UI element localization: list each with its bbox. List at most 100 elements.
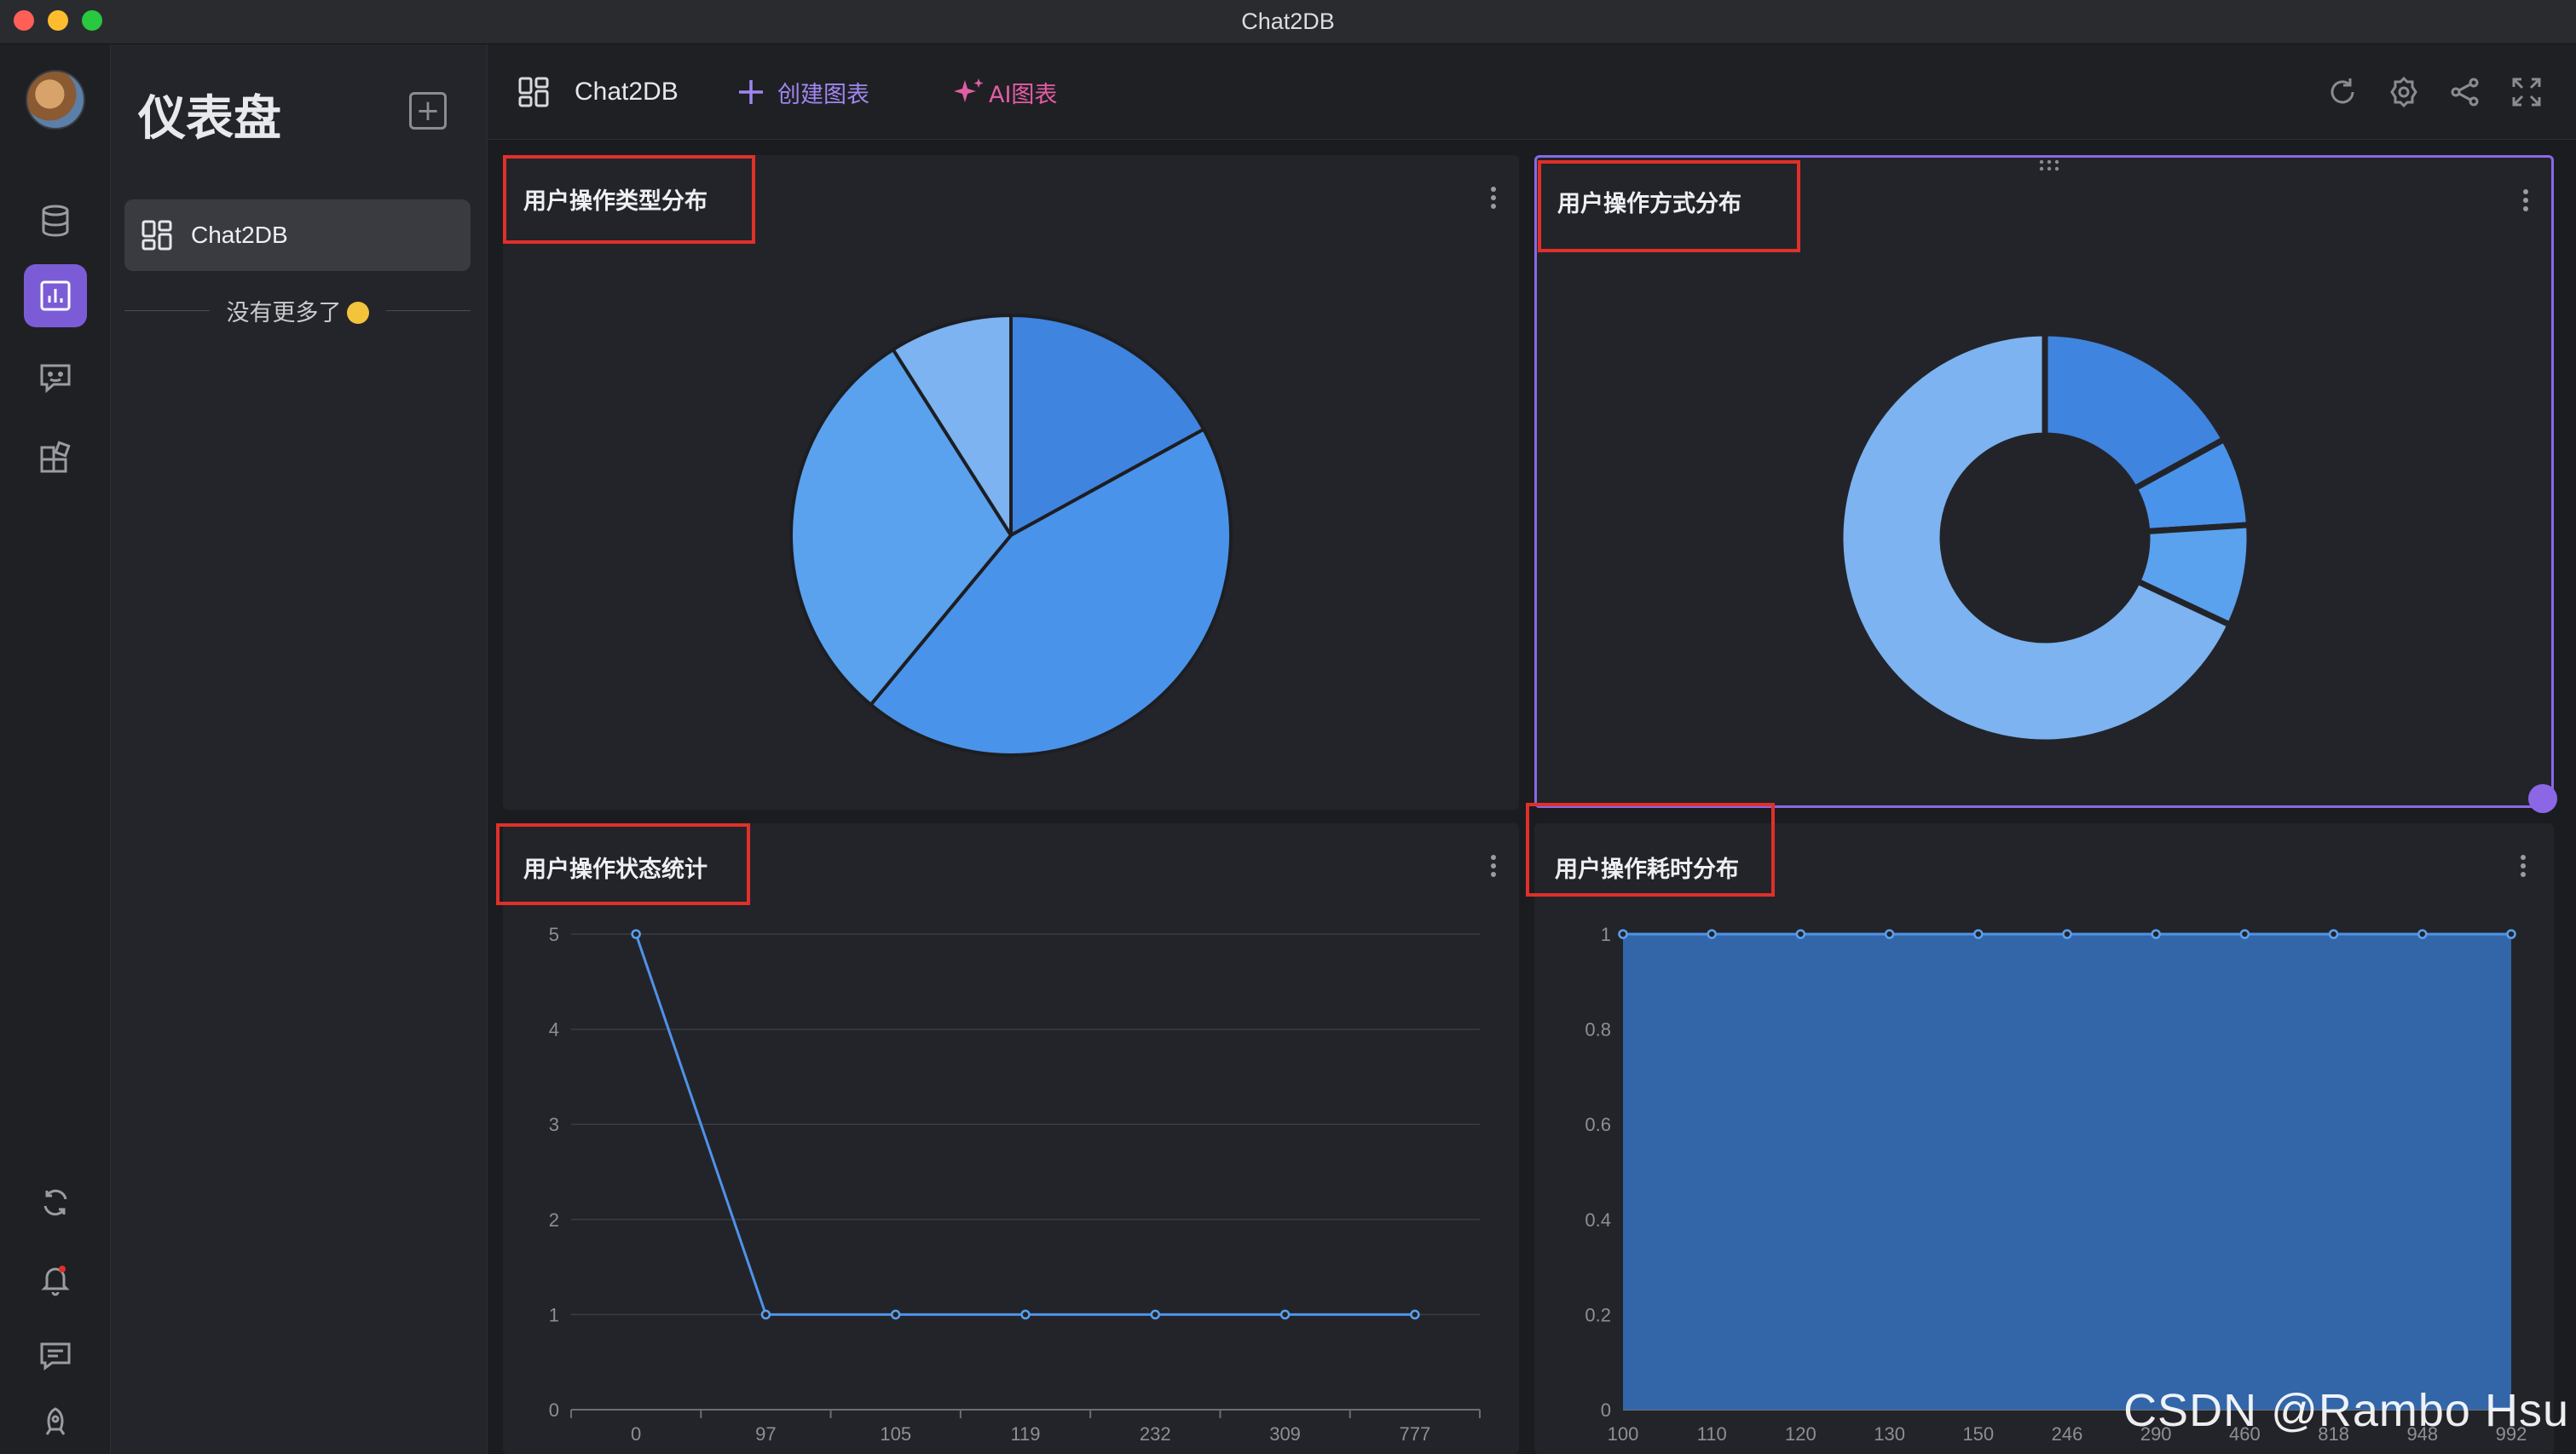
y-tick-label: 5 [549, 924, 559, 945]
sync-icon[interactable] [24, 1171, 87, 1234]
create-chart-button[interactable]: 创建图表 [736, 44, 869, 140]
page-title: 仪表盘 [138, 91, 281, 147]
ai-chart-label: AI图表 [989, 81, 1058, 108]
sparkle-icon [954, 78, 984, 102]
chart-card-operation-method[interactable]: 用户操作方式分布 [1534, 155, 2554, 808]
data-point[interactable] [1150, 1309, 1161, 1320]
notification-icon[interactable] [24, 1248, 87, 1311]
sidebar-item-chat2db[interactable]: Chat2DB [124, 199, 471, 271]
plus-icon: + [415, 94, 441, 128]
y-tick-label: 0.6 [1585, 1114, 1611, 1135]
dashboard-name[interactable]: Chat2DB [517, 44, 679, 140]
plugins-icon[interactable] [24, 428, 87, 491]
data-point[interactable] [1410, 1309, 1420, 1320]
share-icon[interactable] [2448, 75, 2482, 109]
chart-card-operation-type: 用户操作类型分布 [503, 155, 1519, 810]
x-tick-label: 232 [1140, 1423, 1171, 1445]
data-point[interactable] [2328, 929, 2339, 939]
x-tick-label: 150 [1962, 1423, 1994, 1445]
data-point[interactable] [631, 929, 641, 939]
chart-card-operation-duration: 用户操作耗时分布 0 0.2 0.4 0.6 0.8 1 100 110 120 130 150 24… [1534, 823, 2554, 1454]
refresh-icon[interactable] [2325, 75, 2359, 109]
drag-handle-icon[interactable] [2036, 158, 2062, 175]
y-tick-label: 0.8 [1585, 1019, 1611, 1041]
x-tick-label: 120 [1785, 1423, 1816, 1445]
x-tick-label: 110 [1697, 1423, 1727, 1445]
data-point[interactable] [760, 1309, 771, 1320]
more-vertical-icon[interactable] [1485, 181, 1502, 215]
sidebar-item-label: Chat2DB [191, 222, 288, 248]
close-window-button[interactable] [14, 10, 34, 31]
no-more-divider: 没有更多了 [124, 293, 471, 327]
pie-slice [2131, 436, 2253, 534]
add-dashboard-button[interactable]: + [409, 92, 447, 130]
smile-emoji-icon [346, 301, 369, 324]
dashboard-toolbar: Chat2DB 创建图表 AI图表 [488, 44, 2576, 140]
data-point[interactable] [890, 1309, 901, 1320]
x-tick-label: 97 [755, 1423, 776, 1445]
y-tick-label: 1 [549, 1304, 559, 1325]
data-point[interactable] [2151, 929, 2161, 939]
fullscreen-icon[interactable] [2510, 75, 2544, 109]
data-point[interactable] [1020, 1309, 1031, 1320]
resize-handle[interactable] [2528, 784, 2557, 813]
pie-slice [2134, 522, 2253, 628]
plus-icon [739, 80, 763, 104]
feedback-icon[interactable] [24, 1324, 87, 1388]
y-tick-label: 0 [549, 1399, 559, 1421]
y-tick-label: 0 [1601, 1399, 1611, 1421]
dashboard-name-label: Chat2DB [575, 78, 679, 106]
dashboard-sidebar: 仪表盘 + Chat2DB 没有更多了 [111, 44, 488, 1454]
x-tick-label: 0 [631, 1423, 641, 1445]
create-chart-label: 创建图表 [777, 81, 869, 108]
donut-chart [1837, 330, 2253, 746]
database-icon[interactable] [24, 189, 87, 252]
x-tick-label: 100 [1608, 1423, 1639, 1445]
data-point[interactable] [2506, 929, 2516, 939]
data-point[interactable] [1795, 929, 1806, 939]
pie-slice [891, 314, 1013, 537]
data-point[interactable] [1707, 929, 1717, 939]
pie-slice [789, 348, 1013, 707]
no-more-text: 没有更多了 [226, 299, 342, 326]
x-tick-label: 777 [1399, 1423, 1430, 1445]
data-point[interactable] [2417, 929, 2428, 939]
data-point[interactable] [1884, 929, 1895, 939]
minimize-window-button[interactable] [48, 10, 68, 31]
dashboard-grid-icon [518, 77, 549, 107]
chat-bot-icon[interactable] [24, 346, 87, 409]
y-tick-label: 4 [549, 1019, 559, 1041]
y-tick-label: 0.2 [1585, 1304, 1611, 1325]
avatar[interactable] [26, 70, 85, 130]
x-tick-label: 130 [1874, 1423, 1905, 1445]
settings-icon[interactable] [2387, 75, 2421, 109]
dashboard-grid-icon [142, 220, 172, 251]
icon-rail [0, 44, 111, 1454]
x-tick-label: 119 [1010, 1423, 1040, 1445]
y-tick-label: 2 [549, 1209, 559, 1231]
area-chart: 00.20.40.60.81100 110 120 130 150 246 290 460 81… [1585, 924, 2527, 1445]
data-point[interactable] [1618, 929, 1628, 939]
data-point[interactable] [2062, 929, 2072, 939]
pie-slice [1837, 330, 2233, 746]
pie-chart [789, 314, 1233, 757]
data-point[interactable] [2239, 929, 2250, 939]
more-vertical-icon[interactable] [2517, 183, 2534, 217]
title-bar: Chat2DB [0, 0, 2576, 44]
chart-card-operation-status: 用户操作状态统计 0 1 2 3 4 5 0 97 105 119 232 309 777 [503, 823, 1519, 1454]
dashboard-icon[interactable] [24, 264, 87, 327]
app-window: Chat2DB 仪表盘 + Chat2DB 没有更多了 Chat2DB 创建图表… [0, 0, 2576, 1454]
pie-slice [1009, 314, 1206, 537]
y-tick-label: 1 [1601, 924, 1611, 945]
settings-bell-icon[interactable] [24, 1391, 87, 1454]
data-point[interactable] [1973, 929, 1984, 939]
ai-chart-button[interactable]: AI图表 [951, 44, 1057, 140]
zoom-window-button[interactable] [82, 10, 102, 31]
area-fill [1623, 934, 2511, 1410]
window-controls [14, 10, 102, 31]
x-tick-label: 246 [2052, 1423, 2083, 1445]
chart-title: 用户操作类型分布 [523, 188, 708, 215]
y-tick-label: 0.4 [1585, 1209, 1611, 1231]
pie-slice [869, 427, 1233, 757]
data-point[interactable] [1279, 1309, 1291, 1320]
